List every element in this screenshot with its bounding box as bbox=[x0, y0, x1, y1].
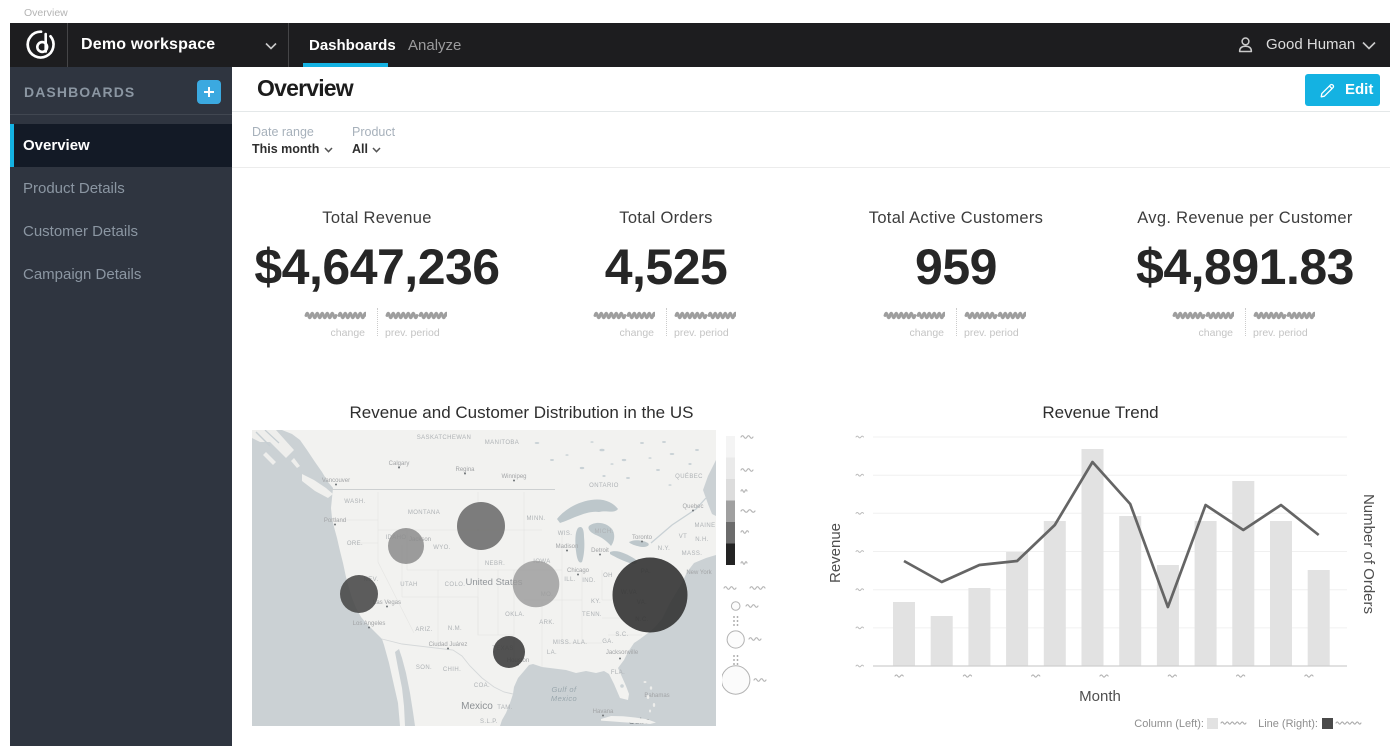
svg-text:ILL.: ILL. bbox=[564, 577, 576, 583]
svg-text:TAM.: TAM. bbox=[497, 705, 513, 711]
svg-text:OH: OH bbox=[603, 573, 613, 579]
svg-text:WASH.: WASH. bbox=[344, 499, 365, 505]
svg-text:Mexico: Mexico bbox=[461, 701, 493, 712]
svg-text:Las Vegas: Las Vegas bbox=[373, 600, 401, 606]
svg-text:MAINE: MAINE bbox=[694, 523, 715, 529]
svg-text:Calgary: Calgary bbox=[389, 461, 410, 467]
svg-text:OKLA.: OKLA. bbox=[505, 612, 525, 618]
svg-text:NEBR.: NEBR. bbox=[485, 561, 505, 567]
svg-text:TENN.: TENN. bbox=[582, 612, 602, 618]
svg-text:Month: Month bbox=[1079, 688, 1121, 705]
svg-text:Mexico: Mexico bbox=[551, 694, 577, 703]
svg-text:ARK.: ARK. bbox=[539, 620, 555, 626]
svg-text:KY.: KY. bbox=[591, 599, 601, 605]
svg-text:ALA.: ALA. bbox=[573, 640, 588, 646]
svg-text:UTAH: UTAH bbox=[400, 582, 418, 588]
svg-text:Portland: Portland bbox=[324, 518, 346, 524]
svg-text:Los Angeles: Los Angeles bbox=[353, 621, 386, 627]
svg-text:Vancouver: Vancouver bbox=[322, 478, 350, 484]
svg-text:N.H.: N.H. bbox=[695, 537, 709, 543]
svg-text:WYO.: WYO. bbox=[433, 545, 451, 551]
svg-text:Detroit: Detroit bbox=[591, 548, 609, 554]
svg-text:FLA.: FLA. bbox=[611, 670, 625, 676]
svg-text:MONTANA: MONTANA bbox=[408, 510, 440, 516]
svg-text:COA.: COA. bbox=[474, 683, 490, 689]
svg-text:Ciudad Juárez: Ciudad Juárez bbox=[429, 642, 468, 648]
svg-text:WIS.: WIS. bbox=[558, 531, 573, 537]
svg-text:ORE.: ORE. bbox=[347, 541, 363, 547]
svg-text:VT: VT bbox=[679, 534, 687, 540]
svg-text:GA.: GA. bbox=[602, 639, 614, 645]
svg-text:MISS.: MISS. bbox=[553, 640, 571, 646]
svg-text:Toronto: Toronto bbox=[632, 535, 653, 541]
svg-text:SASKATCHEWAN: SASKATCHEWAN bbox=[417, 435, 471, 441]
svg-text:Quebec: Quebec bbox=[682, 504, 703, 510]
svg-text:Column (Left):: Column (Left): bbox=[1134, 718, 1204, 730]
svg-text:MICH.: MICH. bbox=[595, 529, 614, 535]
svg-text:Revenue: Revenue bbox=[827, 523, 844, 583]
svg-text:S.C.: S.C. bbox=[615, 632, 628, 638]
svg-text:Chicago: Chicago bbox=[567, 568, 590, 574]
svg-text:S.L.P.: S.L.P. bbox=[480, 719, 498, 725]
svg-text:Winnipeg: Winnipeg bbox=[501, 474, 526, 480]
svg-text:N.Y.: N.Y. bbox=[658, 546, 671, 552]
svg-text:Regina: Regina bbox=[455, 467, 475, 473]
svg-text:LA.: LA. bbox=[547, 650, 557, 656]
svg-text:Line (Right):: Line (Right): bbox=[1258, 718, 1318, 730]
svg-text:SON.: SON. bbox=[416, 665, 432, 671]
svg-text:Jacksonville: Jacksonville bbox=[606, 650, 639, 656]
svg-text:New York: New York bbox=[686, 570, 712, 576]
svg-text:QUÉBEC: QUÉBEC bbox=[675, 473, 703, 480]
svg-text:N.M.: N.M. bbox=[448, 626, 462, 632]
svg-text:Havana: Havana bbox=[593, 709, 614, 715]
svg-text:COLO.: COLO. bbox=[445, 582, 466, 588]
svg-text:ARIZ.: ARIZ. bbox=[415, 627, 432, 633]
svg-text:ONTARIO: ONTARIO bbox=[589, 483, 619, 489]
svg-text:IND.: IND. bbox=[582, 578, 596, 584]
svg-text:Number of Orders: Number of Orders bbox=[1360, 494, 1377, 614]
svg-text:MASS.: MASS. bbox=[682, 551, 703, 557]
svg-text:CHIH.: CHIH. bbox=[443, 667, 461, 673]
svg-text:MANITOBA: MANITOBA bbox=[485, 440, 519, 446]
svg-text:MINN.: MINN. bbox=[527, 516, 546, 522]
svg-text:Gulf of: Gulf of bbox=[552, 685, 577, 694]
svg-text:Madison: Madison bbox=[556, 544, 579, 550]
